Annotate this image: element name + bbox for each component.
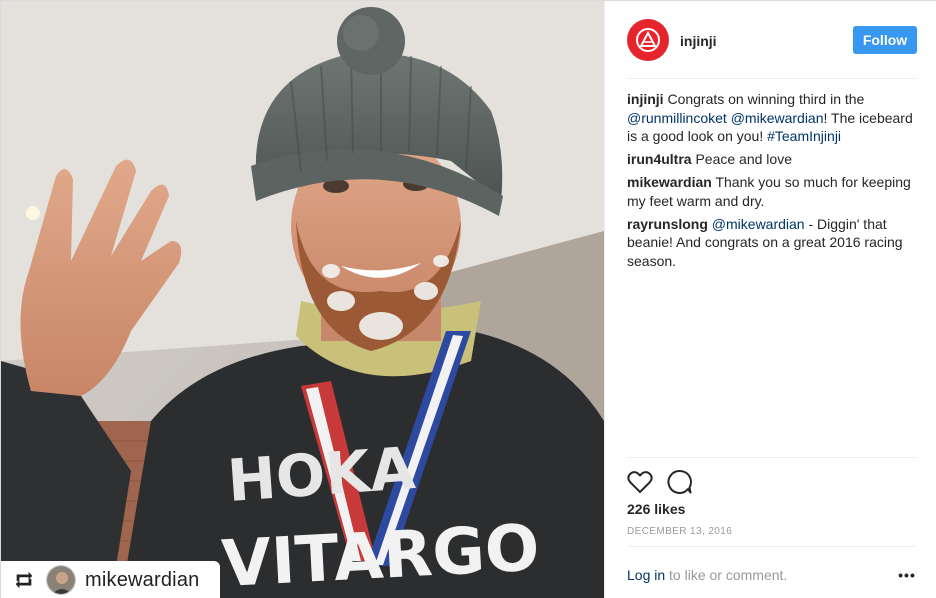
- comment-author[interactable]: irun4ultra: [627, 151, 692, 167]
- injinji-logo-icon: [636, 28, 660, 52]
- heart-icon: [627, 471, 653, 493]
- comment-author[interactable]: injinji: [627, 91, 664, 107]
- login-prompt: Log in to like or comment.: [627, 567, 787, 583]
- account-avatar[interactable]: [627, 19, 669, 61]
- repost-avatar: [46, 565, 76, 595]
- repost-username[interactable]: mikewardian: [85, 569, 199, 592]
- post-footer: Log in to like or comment. •••: [627, 546, 917, 598]
- like-button[interactable]: [627, 469, 653, 495]
- comment-author[interactable]: mikewardian: [627, 174, 712, 190]
- comment-text: Peace and love: [691, 151, 792, 167]
- account-username[interactable]: injinji: [680, 33, 717, 49]
- comment-mention-link[interactable]: @runmillincoket: [627, 110, 727, 126]
- comment-item: mikewardian Thank you so much for keepin…: [627, 173, 917, 210]
- repost-icon: [11, 567, 37, 593]
- comment-item: irun4ultra Peace and love: [627, 150, 917, 169]
- comments-list: injinji Congrats on winning third in the…: [627, 90, 917, 275]
- comment-text: Congrats on winning third in the: [663, 91, 865, 107]
- post-header: injinji Follow: [627, 19, 917, 79]
- comment-bubble-icon: [667, 469, 692, 494]
- svg-text:HOKA: HOKA: [225, 434, 417, 515]
- photo-scene-illustration: HOKA VITARGO: [1, 1, 604, 598]
- comment-item: injinji Congrats on winning third in the…: [627, 90, 917, 146]
- login-suffix: to like or comment.: [665, 567, 788, 583]
- comment-author[interactable]: rayrunslong: [627, 216, 708, 232]
- more-options-button[interactable]: •••: [897, 565, 917, 585]
- follow-button[interactable]: Follow: [853, 26, 917, 54]
- post-date: DECEMBER 13, 2016: [627, 526, 733, 537]
- comment-mention-link[interactable]: @mikewardian: [712, 216, 805, 232]
- post-photo[interactable]: HOKA VITARGO mikewardian: [1, 1, 604, 598]
- likes-count[interactable]: 226 likes: [627, 501, 685, 517]
- comment-mention-link[interactable]: @mikewardian: [731, 110, 824, 126]
- instagram-embed: HOKA VITARGO mikewardian injinji Follow …: [0, 0, 936, 598]
- login-link[interactable]: Log in: [627, 567, 665, 583]
- actions-divider: [627, 457, 917, 459]
- post-side-panel: injinji Follow injinji Congrats on winni…: [604, 1, 936, 598]
- comment-button[interactable]: [667, 469, 693, 495]
- repost-badge[interactable]: mikewardian: [1, 561, 220, 598]
- comment-mention-link[interactable]: #TeamInjinji: [767, 128, 841, 144]
- comment-item: rayrunslong @mikewardian - Diggin' that …: [627, 215, 917, 271]
